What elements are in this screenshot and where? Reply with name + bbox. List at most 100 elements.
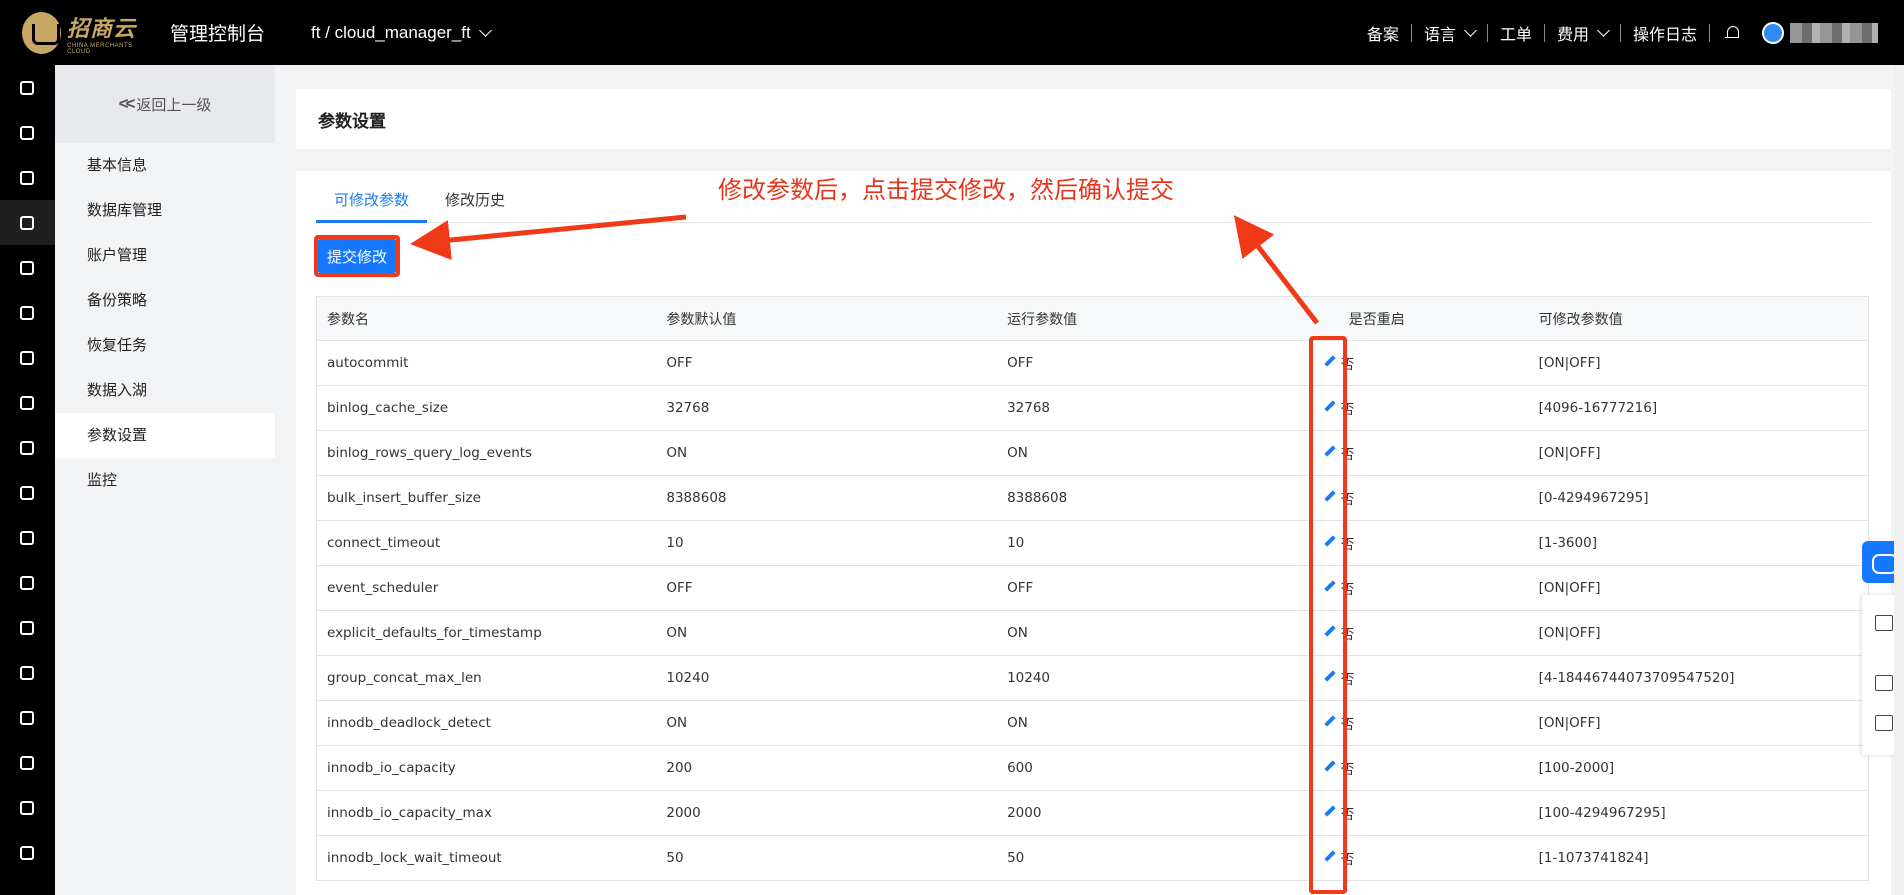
allowed-values-cell: [ON|OFF] — [1528, 430, 1869, 476]
running-value-cell: ON — [997, 700, 1311, 746]
chat-icon[interactable] — [1875, 615, 1893, 631]
nav-operation-log-label: 操作日志 — [1632, 26, 1697, 44]
nav-ticket[interactable]: 工单 — [1488, 21, 1544, 45]
restart-required-cell: 否 — [1338, 790, 1529, 836]
avatar[interactable] — [1762, 21, 1784, 44]
sidebar-item-database[interactable]: 数据库管理 — [55, 188, 275, 233]
tab-modifiable-params[interactable]: 可修改参数 — [316, 185, 428, 223]
running-value-cell: ON — [997, 610, 1311, 656]
sidebar-item-data-lake[interactable]: 数据入湖 — [55, 368, 275, 413]
submit-changes-button[interactable]: 提交修改 — [318, 239, 396, 273]
table-row: innodb_lock_wait_timeout 50 50 否 [1-10737418… — [316, 835, 1869, 881]
nav-billing-label: 费用 — [1556, 26, 1589, 44]
sidebar-item-parameters[interactable]: 参数设置 — [55, 413, 275, 458]
running-value-cell: 600 — [997, 745, 1311, 791]
restart-required-cell: 否 — [1338, 565, 1529, 611]
project-selector[interactable]: ft / cloud_manager_ft — [311, 22, 492, 43]
param-name-cell: group_concat_max_len — [316, 655, 657, 701]
dashboard-icon[interactable] — [20, 81, 34, 95]
edit-document-icon[interactable] — [1875, 715, 1893, 731]
product-icon-rail — [0, 65, 55, 895]
param-name-cell: binlog_rows_query_log_events — [316, 430, 657, 476]
table-row: binlog_rows_query_log_events ON ON 否 [ON|OFF… — [316, 430, 1869, 476]
restart-required-cell: 否 — [1338, 520, 1529, 566]
network-globe-icon[interactable] — [20, 216, 34, 230]
search-document-icon[interactable] — [1875, 675, 1893, 691]
sidebar-item-accounts[interactable]: 账户管理 — [55, 233, 275, 278]
default-value-cell: 200 — [656, 745, 998, 791]
cloud-upload-icon[interactable] — [20, 396, 34, 410]
project-label: ft / cloud_manager_ft — [311, 22, 471, 42]
user-name-redacted[interactable] — [1790, 22, 1878, 43]
default-value-cell: 8388608 — [656, 475, 998, 521]
default-value-cell: OFF — [656, 565, 998, 611]
list-icon[interactable] — [20, 846, 34, 860]
sidebar: << 返回上一级 基本信息 数据库管理 账户管理 备份策略 恢复任务 数据入湖 … — [55, 65, 275, 895]
default-value-cell: 10 — [656, 520, 998, 566]
param-name-cell: innodb_io_capacity_max — [316, 790, 657, 836]
default-value-cell: OFF — [656, 340, 998, 386]
table-row: autocommit OFF OFF 否 [ON|OFF] — [316, 340, 1869, 386]
cloud-server-icon[interactable] — [20, 126, 34, 140]
table-row: innodb_deadlock_detect ON ON 否 [ON|OFF] — [316, 700, 1869, 746]
default-value-cell: 2000 — [656, 790, 998, 836]
restart-required-cell: 否 — [1338, 745, 1529, 791]
table-row: connect_timeout 10 10 否 [1-3600] — [316, 520, 1869, 566]
allowed-values-cell: [100-2000] — [1528, 745, 1869, 791]
allowed-values-cell: [ON|OFF] — [1528, 565, 1869, 611]
param-name-cell: binlog_cache_size — [316, 385, 657, 431]
shield-icon[interactable] — [20, 441, 34, 455]
nav-language[interactable]: 语言 — [1412, 21, 1487, 45]
default-value-cell: 32768 — [656, 385, 998, 431]
cloud-icon[interactable] — [20, 351, 34, 365]
layers-icon[interactable] — [20, 306, 34, 320]
table-header-row: 参数名 参数默认值 运行参数值 是否重启 可修改参数值 — [316, 296, 1869, 341]
tab-modify-history[interactable]: 修改历史 — [427, 185, 523, 223]
param-name-cell: explicit_defaults_for_timestamp — [316, 610, 657, 656]
cloud-sync-icon[interactable] — [20, 531, 34, 545]
nav-billing[interactable]: 费用 — [1545, 21, 1620, 45]
monitor-icon[interactable] — [20, 576, 34, 590]
running-value-cell: 10240 — [997, 655, 1311, 701]
chevron-down-icon — [1597, 23, 1610, 37]
allowed-values-cell: [1-3600] — [1528, 520, 1869, 566]
desktop-settings-icon[interactable] — [20, 666, 34, 680]
restart-required-cell: 否 — [1338, 835, 1529, 881]
storage-icon[interactable] — [20, 171, 34, 185]
double-chevron-left-icon: << — [118, 94, 136, 113]
nav-filing-label: 备案 — [1366, 26, 1399, 44]
top-bar: 招商云 CHINA MERCHANTS CLOUD 管理控制台 ft / clo… — [0, 0, 1904, 65]
target-icon[interactable] — [20, 756, 34, 770]
nav-operation-log[interactable]: 操作日志 — [1621, 21, 1709, 45]
nav-divider — [1709, 23, 1710, 42]
sidebar-item-monitoring[interactable]: 监控 — [55, 458, 275, 503]
sidebar-item-backup[interactable]: 备份策略 — [55, 278, 275, 323]
app-title: 管理控制台 — [170, 24, 266, 45]
bell-icon[interactable] — [1724, 24, 1742, 42]
table-row: binlog_cache_size 32768 32768 否 [4096-167772… — [316, 385, 1869, 431]
stack-icon[interactable] — [20, 621, 34, 635]
allowed-values-cell: [100-4294967295] — [1528, 790, 1869, 836]
nav-ticket-label: 工单 — [1499, 26, 1532, 44]
page-scrollbar[interactable] — [1894, 65, 1904, 895]
database-icon[interactable] — [20, 261, 34, 275]
sidebar-item-basic-info[interactable]: 基本信息 — [55, 143, 275, 188]
cloud-tree-icon[interactable] — [20, 711, 34, 725]
logo-subtext: CHINA MERCHANTS CLOUD — [67, 42, 133, 55]
play-icon[interactable] — [20, 801, 34, 815]
header-allowed-values: 可修改参数值 — [1528, 296, 1869, 341]
logo-mark-icon — [22, 11, 62, 54]
restart-required-cell: 否 — [1338, 655, 1529, 701]
back-button[interactable]: << 返回上一级 — [55, 65, 275, 143]
cloud-security-icon[interactable] — [20, 486, 34, 500]
nav-language-label: 语言 — [1423, 26, 1456, 44]
running-value-cell: OFF — [997, 565, 1311, 611]
allowed-values-cell: [ON|OFF] — [1528, 700, 1869, 746]
sidebar-item-restore[interactable]: 恢复任务 — [55, 323, 275, 368]
default-value-cell: 50 — [656, 835, 998, 881]
allowed-values-cell: [ON|OFF] — [1528, 610, 1869, 656]
annotation-text: 修改参数后，点击提交修改，然后确认提交 — [718, 176, 1174, 204]
brand-logo[interactable]: 招商云 CHINA MERCHANTS CLOUD — [22, 11, 152, 55]
parameters-table: 参数名 参数默认值 运行参数值 是否重启 可修改参数值 autocommit OF… — [316, 296, 1869, 881]
nav-filing[interactable]: 备案 — [1355, 21, 1411, 45]
